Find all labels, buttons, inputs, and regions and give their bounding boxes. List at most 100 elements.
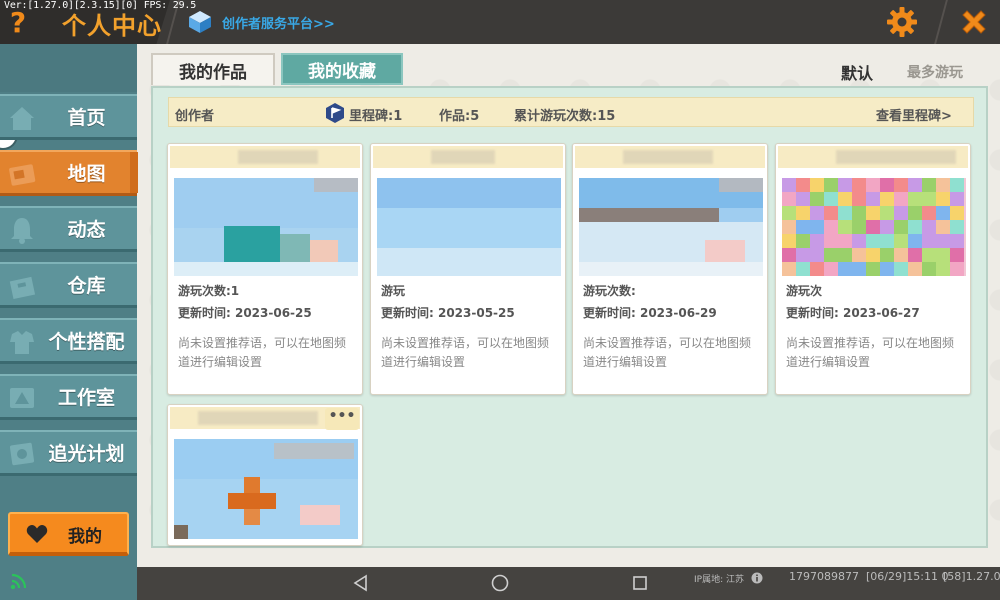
view-milestone-link[interactable]: 查看里程碑>	[876, 105, 952, 124]
works-count: 作品:5	[439, 109, 480, 124]
home-circle-icon[interactable]	[490, 573, 510, 593]
sidebar-item-storage[interactable]: 仓库	[0, 262, 137, 308]
card-thumbnail	[579, 178, 763, 276]
sort-most-played[interactable]: 最多游玩	[907, 62, 963, 82]
gear-icon[interactable]	[886, 6, 918, 38]
card-title-redacted	[836, 150, 956, 164]
card-title-redacted	[623, 150, 713, 164]
thumbnail-mosaic-tile	[922, 220, 936, 234]
sidebar-item-label: 工作室	[57, 387, 115, 409]
thumbnail-mosaic-tile	[936, 192, 950, 206]
card-play-count: 游玩	[381, 284, 406, 298]
work-card[interactable]: 游玩 更新时间: 2023-05-25 尚未设置推荐语，可以在地图频道进行编辑设…	[370, 143, 566, 395]
outfit-icon	[10, 331, 34, 354]
creator-platform-link[interactable]: 创作者服务平台>>	[188, 8, 335, 36]
thumbnail-mosaic-tile	[824, 262, 838, 276]
thumbnail-mosaic-tile	[852, 234, 866, 248]
thumbnail-mosaic-tile	[838, 178, 852, 192]
thumbnail-mosaic-tile	[894, 178, 908, 192]
card-title-redacted	[238, 150, 318, 164]
thumbnail-mosaic-tile	[950, 262, 964, 276]
creator-platform-label: 创作者服务平台>>	[222, 16, 335, 32]
more-options-button[interactable]: •••	[325, 408, 359, 430]
work-card[interactable]: 游玩次数: 更新时间: 2023-06-29 尚未设置推荐语，可以在地图频道进行…	[572, 143, 768, 395]
thumbnail-mosaic-tile	[908, 248, 922, 262]
card-description: 尚未设置推荐语，可以在地图频道进行编辑设置	[786, 336, 955, 369]
thumbnail-mosaic-tile	[824, 178, 838, 192]
thumbnail-mosaic-tile	[908, 220, 922, 234]
card-title-redacted	[198, 411, 318, 425]
card-play-count: 游玩次	[786, 284, 823, 298]
thumbnail-mosaic-tile	[810, 248, 824, 262]
card-thumbnail	[377, 178, 561, 276]
sidebar-item-feed[interactable]: 动态	[0, 206, 137, 252]
thumbnail-mosaic-tile	[782, 248, 796, 262]
thumbnail-mosaic-tile	[950, 178, 964, 192]
card-updated-time: 更新时间: 2023-06-29	[583, 306, 717, 320]
mine-button-label: 我的	[68, 527, 102, 547]
signal-icon	[10, 573, 27, 590]
thumbnail-mosaic-tile	[824, 206, 838, 220]
sidebar-item-map[interactable]: 地图	[0, 150, 138, 196]
sidebar-item-light-plan[interactable]: 追光计划	[0, 430, 137, 476]
thumbnail-mosaic-tile	[810, 178, 824, 192]
thumbnail-mosaic-tile	[782, 206, 796, 220]
milestone-count: 里程碑:1	[349, 109, 403, 124]
sidebar-item-studio[interactable]: 工作室	[0, 374, 137, 420]
tab-my-favorites[interactable]: 我的收藏	[281, 53, 403, 85]
ip-location: IP属地: 江苏	[694, 575, 744, 585]
thumbnail-mosaic-tile	[908, 234, 922, 248]
card-title-redacted	[431, 150, 495, 164]
thumbnail-mosaic-tile	[796, 220, 810, 234]
thumbnail-mosaic-tile	[908, 192, 922, 206]
total-plays: 累计游玩次数:15	[514, 109, 616, 124]
thumbnail-mosaic-tile	[852, 178, 866, 192]
thumbnail-mosaic-tile	[866, 262, 880, 276]
thumbnail-mosaic-tile	[796, 178, 810, 192]
info-icon[interactable]	[751, 572, 763, 584]
sidebar-item-label: 仓库	[67, 275, 106, 297]
page-title: 个人中心	[62, 12, 162, 40]
creator-info-bar: 创作者 里程碑:1 作品:5 累计游玩次数:15 查看里程碑>	[168, 97, 974, 127]
thumbnail-mosaic-tile	[810, 192, 824, 206]
thumbnail-mosaic-tile	[866, 206, 880, 220]
thumbnail-mosaic-tile	[838, 206, 852, 220]
thumbnail-mosaic-tile	[922, 178, 936, 192]
card-updated-time: 更新时间: 2023-06-25	[178, 306, 312, 320]
thumbnail-mosaic-tile	[810, 220, 824, 234]
thumbnail-mosaic-tile	[824, 192, 838, 206]
thumbnail-mosaic-tile	[922, 248, 936, 262]
thumbnail-mosaic-tile	[950, 220, 964, 234]
thumbnail-mosaic-tile	[908, 206, 922, 220]
thumbnail-mosaic-tile	[852, 220, 866, 234]
back-icon[interactable]	[351, 573, 371, 593]
thumbnail-mosaic-tile	[922, 206, 936, 220]
sidebar-item-outfit[interactable]: 个性搭配	[0, 318, 137, 364]
tab-my-works[interactable]: 我的作品	[151, 53, 275, 85]
thumbnail-mosaic-tile	[866, 248, 880, 262]
work-card[interactable]: •••	[167, 404, 363, 546]
thumbnail-mosaic-tile	[782, 234, 796, 248]
sidebar-top	[0, 44, 137, 92]
thumbnail-mosaic-tile	[838, 220, 852, 234]
close-icon[interactable]	[958, 6, 990, 38]
thumbnail-mosaic-tile	[782, 192, 796, 206]
sidebar-item-home[interactable]: 首页	[0, 94, 137, 140]
thumbnail-mosaic-tile	[936, 262, 950, 276]
sort-default[interactable]: 默认	[841, 60, 873, 84]
mine-button[interactable]: 我的	[8, 512, 129, 556]
thumbnail-mosaic-tile	[936, 248, 950, 262]
card-thumbnail	[782, 178, 966, 276]
thumbnail-mosaic-tile	[810, 234, 824, 248]
question-icon[interactable]: ?	[6, 8, 30, 38]
card-description: 尚未设置推荐语，可以在地图频道进行编辑设置	[583, 336, 752, 369]
recent-apps-icon[interactable]	[630, 573, 650, 593]
card-updated-time: 更新时间: 2023-05-25	[381, 306, 515, 320]
light-icon	[9, 442, 35, 466]
top-bar: ? Ver:[1.27.0][2.3.15][0] FPS: 29.5 个人中心…	[0, 0, 1000, 44]
thumbnail-mosaic-tile	[880, 192, 894, 206]
work-card[interactable]: 游玩次数:1 更新时间: 2023-06-25 尚未设置推荐语，可以在地图频道进…	[167, 143, 363, 395]
thumbnail-mosaic-tile	[782, 262, 796, 276]
thumbnail-mosaic-tile	[838, 248, 852, 262]
work-card[interactable]: 游玩次 更新时间: 2023-06-27 尚未设置推荐语，可以在地图频道进行编辑…	[775, 143, 971, 395]
